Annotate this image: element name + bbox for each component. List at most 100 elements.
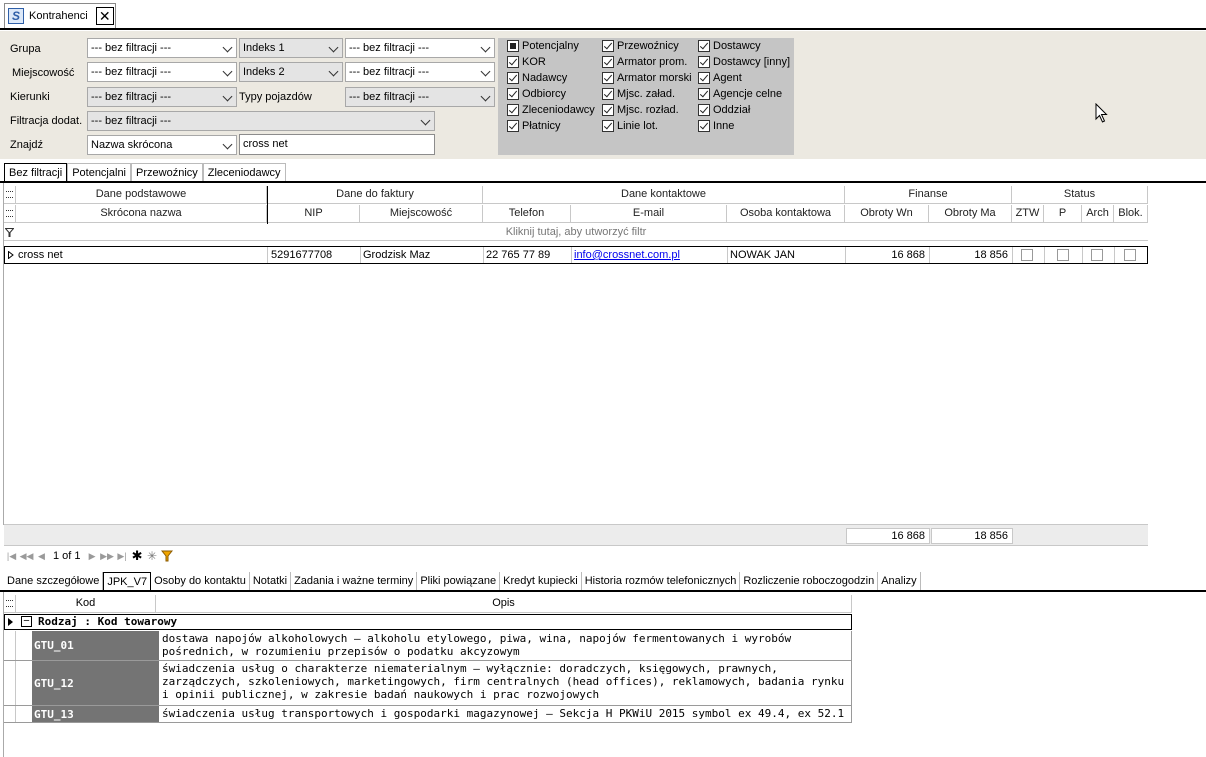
checkbox-col3-2[interactable]: Agent <box>698 72 742 84</box>
checkbox-col1-3[interactable]: Odbiorcy <box>507 88 566 100</box>
tab-kredyt-kupiecki[interactable]: Kredyt kupiecki <box>500 572 582 591</box>
tab-analizy[interactable]: Analizy <box>878 572 921 591</box>
collapse-icon[interactable]: − <box>21 616 32 627</box>
cell-miejscowosc[interactable]: Grodzisk Maz <box>361 247 484 263</box>
code-cell[interactable]: GTU_13 <box>32 706 159 722</box>
list-item[interactable]: GTU_12 świadczenia usług o charakterze n… <box>4 661 852 706</box>
close-icon[interactable]: ✕ <box>95 7 114 25</box>
filtracja-dodat-select[interactable]: --- bez filtracji --- <box>87 111 435 131</box>
checkbox-icon[interactable] <box>698 72 710 84</box>
checkbox-col3-1[interactable]: Dostawcy [inny] <box>698 56 790 68</box>
checkbox-col1-5[interactable]: Płatnicy <box>507 120 561 132</box>
checkbox-icon[interactable] <box>602 56 614 68</box>
filter-row[interactable]: Kliknij tutaj, aby utworzyć filtr <box>4 223 1148 241</box>
add-record-icon[interactable]: ✱ <box>130 548 145 564</box>
tab-zadania[interactable]: Zadania i ważne terminy <box>291 572 418 591</box>
column-header-opis[interactable]: Opis <box>156 595 852 613</box>
checkbox-icon[interactable] <box>698 88 710 100</box>
indeks2-select[interactable]: Indeks 2 <box>239 62 343 82</box>
filter-icon[interactable] <box>5 228 14 237</box>
checkbox-icon[interactable] <box>507 40 519 52</box>
checkbox-icon[interactable] <box>698 56 710 68</box>
next-page-fast-icon[interactable]: ▶▶ <box>100 548 115 564</box>
ztw-checkbox[interactable] <box>1021 249 1033 261</box>
blok-checkbox[interactable] <box>1124 249 1136 261</box>
checkbox-icon[interactable] <box>507 56 519 68</box>
checkbox-icon[interactable] <box>698 120 710 132</box>
code-cell[interactable]: GTU_12 <box>32 661 159 705</box>
checkbox-icon[interactable] <box>602 104 614 116</box>
indeks2-value-select[interactable]: --- bez filtracji --- <box>345 62 495 82</box>
description-cell[interactable]: dostawa napojów alkoholowych – alkoholu … <box>159 631 852 659</box>
tab-rozliczenie-roboczogodzin[interactable]: Rozliczenie roboczogodzin <box>740 572 879 591</box>
checkbox-icon[interactable] <box>507 72 519 84</box>
checkbox-col1-4[interactable]: Zleceniodawcy <box>507 104 595 116</box>
checkbox-col3-0[interactable]: Dostawcy <box>698 40 761 52</box>
cell-ztw[interactable] <box>1013 247 1045 263</box>
table-row[interactable]: cross net 5291677708 Grodzisk Maz 22 765… <box>4 246 1148 264</box>
tab-przewoznicy[interactable]: Przewoźnicy <box>131 163 203 182</box>
indeks1-select[interactable]: Indeks 1 <box>239 38 343 58</box>
column-chooser-icon[interactable] <box>4 595 16 613</box>
next-page-icon[interactable]: ▶ <box>85 548 100 564</box>
group-row[interactable]: − Rodzaj : Kod towarowy <box>4 614 852 630</box>
cell-email[interactable]: info@crossnet.com.pl <box>572 247 728 263</box>
column-header-nip[interactable]: NIP <box>268 205 360 223</box>
checkbox-icon[interactable] <box>507 88 519 100</box>
filter-funnel-icon[interactable] <box>160 548 175 564</box>
checkbox-col1-0[interactable]: Potencjalny <box>507 40 579 52</box>
checkbox-icon[interactable] <box>698 104 710 116</box>
checkbox-col3-3[interactable]: Agencje celne <box>698 88 782 100</box>
checkbox-col2-3[interactable]: Mjsc. załad. <box>602 88 675 100</box>
cell-nazwa[interactable]: cross net <box>16 247 268 263</box>
column-header-osoba-kontaktowa[interactable]: Osoba kontaktowa <box>727 205 845 223</box>
checkbox-col2-1[interactable]: Armator prom. <box>602 56 687 68</box>
tab-notatki[interactable]: Notatki <box>249 572 292 591</box>
checkbox-col1-2[interactable]: Nadawcy <box>507 72 567 84</box>
code-cell[interactable]: GTU_01 <box>32 631 159 660</box>
tab-osoby-do-kontaktu[interactable]: Osoby do kontaktu <box>151 572 250 591</box>
znajdz-field-select[interactable]: Nazwa skrócona <box>87 135 237 155</box>
checkbox-col2-2[interactable]: Armator morski <box>602 72 692 84</box>
cell-p[interactable] <box>1045 247 1083 263</box>
list-item[interactable]: GTU_13 świadczenia usług transportowych … <box>4 706 852 723</box>
prev-page-icon[interactable]: ◀ <box>34 548 49 564</box>
column-header-blok[interactable]: Blok. <box>1114 205 1148 223</box>
column-header-kod[interactable]: Kod <box>16 595 156 613</box>
column-header-ztw[interactable]: ZTW <box>1012 205 1044 223</box>
description-cell[interactable]: świadczenia usług o charakterze niemater… <box>159 661 852 702</box>
miejscowosc-select[interactable]: --- bez filtracji --- <box>87 62 237 82</box>
cell-obroty-ma[interactable]: 18 856 <box>930 247 1013 263</box>
tab-bez-filtracji[interactable]: Bez filtracji <box>4 163 68 182</box>
cell-nip[interactable]: 5291677708 <box>269 247 361 263</box>
list-item[interactable]: GTU_01 dostawa napojów alkoholowych – al… <box>4 631 852 661</box>
checkbox-col2-5[interactable]: Linie lot. <box>602 120 658 132</box>
tab-pliki-powiazane[interactable]: Pliki powiązane <box>417 572 501 591</box>
checkbox-icon[interactable] <box>507 120 519 132</box>
cell-arch[interactable] <box>1083 247 1115 263</box>
checkbox-col1-1[interactable]: KOR <box>507 56 546 68</box>
last-page-icon[interactable]: ▶| <box>115 548 130 564</box>
checkbox-col2-4[interactable]: Mjsc. rozład. <box>602 104 679 116</box>
column-header-obroty-wn[interactable]: Obroty Wn <box>845 205 929 223</box>
column-chooser-icon[interactable] <box>4 205 16 223</box>
column-header-arch[interactable]: Arch <box>1082 205 1114 223</box>
checkbox-icon[interactable] <box>602 120 614 132</box>
cell-osoba[interactable]: NOWAK JAN <box>728 247 846 263</box>
first-page-icon[interactable]: |◀ <box>4 548 19 564</box>
arch-checkbox[interactable] <box>1091 249 1103 261</box>
email-link[interactable]: info@crossnet.com.pl <box>574 249 680 261</box>
checkbox-col2-0[interactable]: Przewoźnicy <box>602 40 679 52</box>
checkbox-icon[interactable] <box>507 104 519 116</box>
tab-potencjalni[interactable]: Potencjalni <box>67 163 132 182</box>
typy-pojazdow-select[interactable]: --- bez filtracji --- <box>345 87 495 107</box>
cell-blok[interactable] <box>1115 247 1147 263</box>
cell-telefon[interactable]: 22 765 77 89 <box>484 247 572 263</box>
add-record-alt-icon[interactable]: ✳ <box>145 548 160 564</box>
column-header-p[interactable]: P <box>1044 205 1082 223</box>
column-header-skrocona-nazwa[interactable]: Skrócona nazwa <box>16 205 267 223</box>
prev-page-fast-icon[interactable]: ◀◀ <box>19 548 34 564</box>
search-input[interactable]: cross net <box>239 134 435 155</box>
tab-zleceniodawcy[interactable]: Zleceniodawcy <box>202 163 286 182</box>
column-header-email[interactable]: E-mail <box>571 205 727 223</box>
